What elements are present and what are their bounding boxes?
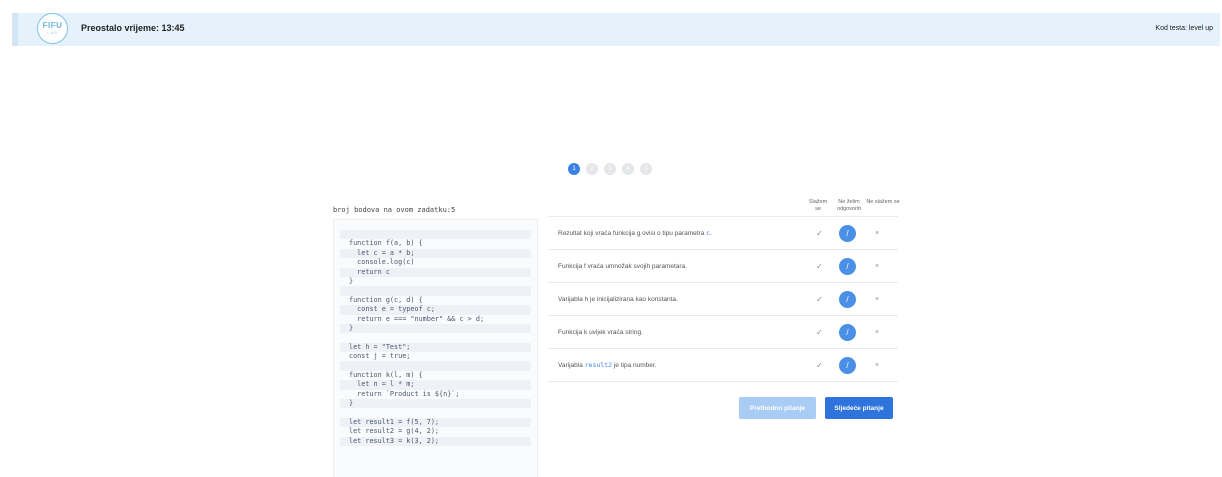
- fifu-logo: FIFU LAB: [37, 13, 68, 44]
- code-line: console.log(c): [349, 258, 415, 267]
- neutral-option-icon[interactable]: /: [839, 224, 856, 242]
- header-bar: FIFU LAB Preostalo vrijeme: 13:45 Kod te…: [12, 13, 1220, 46]
- code-line: let result2 = g(4, 2);: [349, 427, 440, 436]
- disagree-x-icon[interactable]: ×: [875, 329, 879, 336]
- code-line: function g(c, d) {: [349, 295, 423, 304]
- statement-text: Funkcija k uvijek vraća string.: [558, 328, 643, 336]
- disagree-x-icon[interactable]: ×: [875, 296, 879, 303]
- statement-row: Varijabla result2 je tipa number. ✓ / ×: [548, 349, 898, 382]
- code-line: }: [349, 276, 354, 285]
- neutral-option-icon[interactable]: /: [839, 323, 856, 341]
- statement-text-part: Funkcija k uvijek vraća string.: [558, 329, 643, 336]
- statement-text-part: Rezultat koji vraća funkcija g ovisi o t…: [558, 230, 707, 237]
- agree-check-icon[interactable]: ✓: [816, 295, 823, 304]
- code-line: let result3 = k(3, 2);: [340, 436, 531, 446]
- code-line: const j = true;: [349, 352, 411, 361]
- logo-text: FIFU: [42, 21, 63, 30]
- statement-text: Varijabla h je inicijalizirana kao konst…: [558, 295, 678, 303]
- statement-code: result2: [584, 361, 613, 369]
- code-line: let result1 = f(5, 7);: [340, 417, 531, 428]
- neutral-option-icon[interactable]: /: [839, 290, 856, 308]
- step-2[interactable]: 2: [586, 163, 598, 175]
- logo-subtext: LAB: [47, 30, 58, 35]
- code-line: [340, 230, 531, 240]
- test-code: Kod testa: level up: [1155, 25, 1213, 32]
- statement-text-part: Varijabla h je inicijalizirana kao konst…: [558, 296, 678, 303]
- statement-row: Funkcija f vraća umnožak svojih parameta…: [548, 250, 898, 283]
- previous-question-button[interactable]: Prethodno pitanje: [739, 397, 816, 419]
- code-block: function f(a, b) { let c = a * b; consol…: [333, 219, 538, 477]
- code-line: function k(l, m) {: [349, 370, 423, 379]
- column-neutral: Ne želim odgovoriti: [837, 199, 861, 212]
- statement-text: Funkcija f vraća umnožak svojih parameta…: [558, 262, 687, 270]
- code-line: let n = l * m;: [340, 380, 531, 390]
- statement-row: Varijabla h je inicijalizirana kao konst…: [548, 283, 898, 316]
- code-line: let c = a * b;: [340, 248, 531, 259]
- disagree-x-icon[interactable]: ×: [875, 230, 879, 237]
- statement-text-part: Funkcija f vraća umnožak svojih parameta…: [558, 263, 687, 270]
- code-line: return `Product is ${n}`;: [349, 389, 460, 398]
- code-line: const e = typeof c;: [340, 305, 531, 315]
- code-line: return c: [340, 267, 531, 277]
- disagree-x-icon[interactable]: ×: [875, 362, 879, 369]
- code-line: let h = "Test";: [340, 342, 531, 353]
- code-line: function f(a, b) {: [349, 239, 423, 248]
- code-line: }: [340, 323, 531, 334]
- step-4[interactable]: 4: [622, 163, 634, 175]
- points-label: broj bodova na ovom zadatku:5: [333, 206, 456, 214]
- disagree-x-icon[interactable]: ×: [875, 263, 879, 270]
- statement-text-part: .: [710, 230, 712, 237]
- agree-check-icon[interactable]: ✓: [816, 229, 823, 238]
- column-disagree: Ne slažem se: [866, 199, 900, 205]
- statement-text: Varijabla result2 je tipa number.: [558, 361, 656, 369]
- agree-check-icon[interactable]: ✓: [816, 328, 823, 337]
- code-line: [340, 361, 531, 371]
- agree-check-icon[interactable]: ✓: [816, 361, 823, 370]
- code-line: [340, 286, 531, 296]
- code-line: }: [340, 399, 531, 409]
- statement-row: Rezultat koji vraća funkcija g ovisi o t…: [548, 217, 898, 250]
- next-question-button[interactable]: Sljedeće pitanje: [825, 397, 893, 419]
- step-1[interactable]: 1: [568, 163, 580, 175]
- step-3[interactable]: 3: [604, 163, 616, 175]
- code-line: return e === "number" && c > d;: [349, 314, 485, 323]
- step-5[interactable]: 5: [640, 163, 652, 175]
- statement-row: Funkcija k uvijek vraća string. ✓ / ×: [548, 316, 898, 349]
- statement-text-part: je tipa number.: [612, 362, 657, 369]
- remaining-time: Preostalo vrijeme: 13:45: [81, 23, 185, 33]
- neutral-option-icon[interactable]: /: [839, 257, 856, 275]
- statement-text-part: Varijabla: [558, 362, 585, 369]
- statement-text: Rezultat koji vraća funkcija g ovisi o t…: [558, 229, 712, 237]
- neutral-option-icon[interactable]: /: [839, 356, 856, 374]
- agree-check-icon[interactable]: ✓: [816, 262, 823, 271]
- question-stepper: 1 2 3 4 5: [568, 163, 652, 175]
- column-agree: Slažem se: [808, 199, 828, 212]
